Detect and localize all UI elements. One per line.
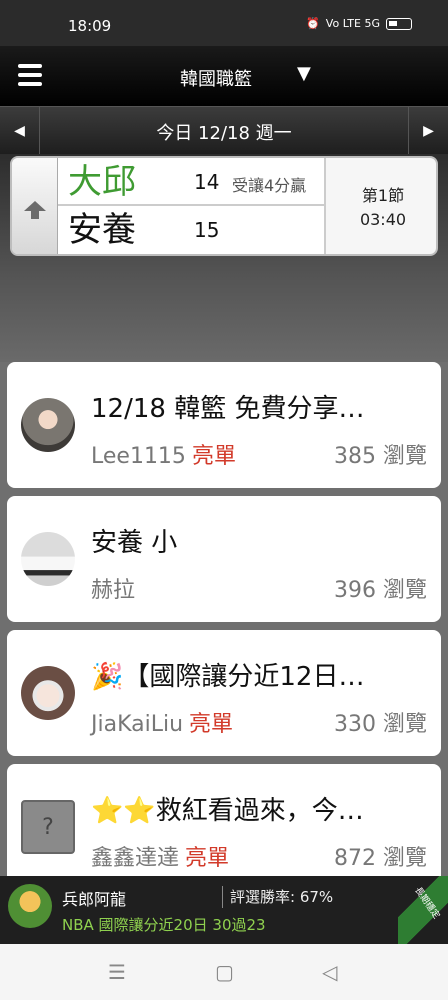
post-title: 安養 小	[91, 528, 178, 558]
avatar[interactable]	[8, 884, 52, 928]
post-card[interactable]: 🎉【國際讓分近12日… JiaKaiLiu 亮單 330 瀏覽	[7, 630, 441, 756]
hamburger-icon[interactable]	[18, 64, 42, 86]
post-views: 330 瀏覽	[334, 712, 427, 737]
period-panel: 第1節 03:40	[328, 158, 436, 254]
post-title: ⭐⭐救紅看過來，今…	[91, 796, 364, 826]
post-author-name: JiaKaiLiu	[91, 712, 184, 737]
post-views: 872 瀏覽	[334, 846, 427, 871]
top-app-bar: 韓國職籃 ▼	[0, 46, 448, 106]
post-author: 鑫鑫達達 亮單	[91, 840, 229, 872]
home-team-name: 大邱	[68, 162, 136, 202]
post-badge: 亮單	[189, 712, 234, 737]
post-author: 赫拉	[91, 572, 141, 604]
post-title: 🎉【國際讓分近12日…	[91, 662, 365, 692]
tipster-tagline: NBA 國際讓分近20日 30過23	[62, 916, 266, 934]
game-area: 大邱 14 受讓4分贏 安養 15 第1節 03:40	[0, 154, 448, 362]
featured-tipster-banner[interactable]: 兵郎阿龍 評選勝率: 67% NBA 國際讓分近20日 30過23 長期穩定	[0, 876, 448, 944]
recent-apps-icon[interactable]: ☰	[108, 960, 126, 984]
post-author: Lee1115 亮單	[91, 438, 236, 470]
triangle-right-icon[interactable]: ▶	[408, 107, 448, 155]
post-badge: 亮單	[191, 444, 236, 469]
post-feed: 12/18 韓籃 免費分享… Lee1115 亮單 385 瀏覽 安養 小 赫拉 …	[0, 362, 448, 876]
home-team-score: 14	[194, 170, 220, 194]
post-author: JiaKaiLiu 亮單	[91, 706, 233, 738]
triangle-down-icon[interactable]: ▼	[297, 63, 311, 84]
period-label: 第1節	[361, 186, 405, 205]
handicap-label: 受讓4分贏	[232, 176, 307, 195]
system-nav-bar: ☰ ▢ ◁	[0, 944, 448, 1000]
post-author-name: Lee1115	[91, 444, 186, 469]
away-team-score: 15	[194, 218, 220, 242]
status-icons: ⏰ Vo LTE 5G	[306, 17, 412, 30]
post-card[interactable]: ? ⭐⭐救紅看過來，今… 鑫鑫達達 亮單 872 瀏覽	[7, 764, 441, 876]
avatar[interactable]: ?	[21, 800, 75, 854]
post-views: 396 瀏覽	[334, 578, 427, 603]
post-card[interactable]: 12/18 韓籃 免費分享… Lee1115 亮單 385 瀏覽	[7, 362, 441, 488]
date-bar: ◀ 今日 12/18 週一 ▶	[0, 106, 448, 155]
tipster-win-rate: 評選勝率: 67%	[230, 888, 334, 906]
avatar[interactable]	[21, 666, 75, 720]
post-badge: 亮單	[185, 846, 230, 871]
avatar[interactable]	[21, 398, 75, 452]
alarm-icon: ⏰	[306, 17, 320, 30]
home-team-row: 大邱 14 受讓4分贏	[58, 158, 326, 206]
post-author-name: 鑫鑫達達	[91, 846, 180, 871]
arrow-up-icon[interactable]	[12, 158, 58, 254]
status-bar: 18:09 ⏰ Vo LTE 5G	[0, 0, 448, 46]
teams-panel: 大邱 14 受讓4分贏 安養 15	[58, 158, 326, 254]
post-card[interactable]: 安養 小 赫拉 396 瀏覽	[7, 496, 441, 622]
tipster-name: 兵郎阿龍	[62, 890, 127, 909]
date-label: 今日 12/18 週一	[156, 123, 292, 144]
game-scorecard[interactable]: 大邱 14 受讓4分贏 安養 15 第1節 03:40	[10, 156, 438, 256]
network-indicator: Vo LTE 5G	[325, 17, 380, 30]
post-title: 12/18 韓籃 免費分享…	[91, 394, 365, 424]
post-author-name: 赫拉	[91, 578, 136, 603]
post-views: 385 瀏覽	[334, 444, 427, 469]
away-team-name: 安養	[68, 210, 136, 250]
back-icon[interactable]: ◁	[322, 960, 337, 984]
battery-icon	[386, 17, 412, 30]
home-icon[interactable]: ▢	[215, 960, 234, 984]
away-team-row: 安養 15	[58, 206, 326, 254]
banner-divider	[222, 886, 223, 908]
avatar[interactable]	[21, 532, 75, 586]
league-selector-label[interactable]: 韓國職籃	[180, 65, 252, 91]
status-time: 18:09	[68, 17, 112, 35]
game-clock: 03:40	[359, 210, 407, 229]
